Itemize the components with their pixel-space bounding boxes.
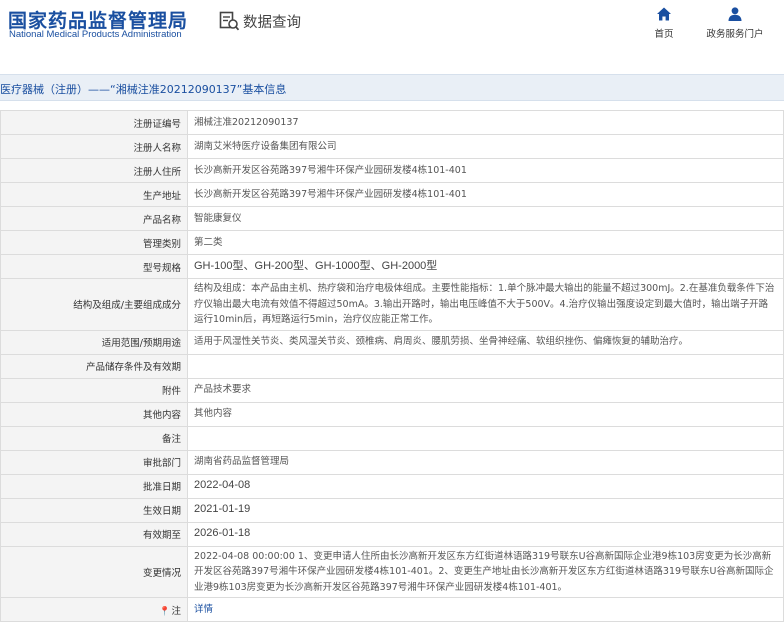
effective-date-value: 2021-01-19 [187, 497, 784, 523]
device-info-table: 注册证编号 湘械注准20212090137 注册人名称 湖南艾米特医疗设备集团有… [0, 110, 784, 622]
reg-no-value: 湘械注准20212090137 [187, 110, 784, 135]
row-label: 注册人住所 [0, 158, 188, 183]
pin-icon: 📍 [159, 606, 171, 617]
row-label: 产品储存条件及有效期 [0, 353, 188, 379]
row-label: 其他内容 [0, 401, 188, 427]
row-label: 型号规格 [0, 254, 188, 279]
table-row: 管理类别 第二类 [0, 230, 784, 255]
registrant-addr-value: 长沙高新开发区谷苑路397号湘牛环保产业园研发楼4栋101-401 [187, 158, 784, 183]
table-row: 型号规格 GH-100型、GH-200型、GH-1000型、GH-2000型 [0, 254, 784, 279]
table-row: 结构及组成/主要组成成分 结构及组成：本产品由主机、热疗袋和治疗电极体组成。主要… [0, 278, 784, 331]
data-query-label: 数据查询 [243, 15, 301, 31]
user-icon [728, 7, 742, 21]
data-query-icon [219, 11, 240, 31]
row-label: 结构及组成/主要组成成分 [0, 278, 188, 331]
nav-gov-portal[interactable]: 政务服务门户 [700, 6, 770, 40]
prod-addr-value: 长沙高新开发区谷苑路397号湘牛环保产业园研发楼4栋101-401 [187, 182, 784, 207]
model-value: GH-100型、GH-200型、GH-1000型、GH-2000型 [187, 254, 784, 279]
expiry-date-value: 2026-01-18 [187, 521, 784, 547]
table-row: 其他内容 其他内容 [0, 401, 784, 427]
structure-value: 结构及组成：本产品由主机、热疗袋和治疗电极体组成。主要性能指标：1.单个脉冲最大… [187, 278, 784, 331]
row-label: 注册证编号 [0, 110, 188, 135]
site-logo-subtitle: National Medical Products Administration [9, 29, 182, 40]
registrant-value: 湖南艾米特医疗设备集团有限公司 [187, 134, 784, 159]
row-label: 生产地址 [0, 182, 188, 207]
table-row: 注册证编号 湘械注准20212090137 [0, 110, 784, 135]
note-value-cell: 详情 [187, 597, 784, 622]
product-name-value: 智能康复仪 [187, 206, 784, 231]
table-row: 变更情况 2022-04-08 00:00:00 1、变更申请人住所由长沙高新开… [0, 545, 784, 598]
table-row: 📍注 详情 [0, 597, 784, 622]
row-label: 适用范围/预期用途 [0, 329, 188, 355]
category-value: 第二类 [187, 230, 784, 255]
row-label: 附件 [0, 377, 188, 403]
approve-date-value: 2022-04-08 [187, 473, 784, 499]
other-value: 其他内容 [187, 401, 784, 427]
table-row: 注册人住所 长沙高新开发区谷苑路397号湘牛环保产业园研发楼4栋101-401 [0, 158, 784, 183]
row-label: 生效日期 [0, 497, 188, 523]
row-label: 注册人名称 [0, 134, 188, 159]
row-label: 有效期至 [0, 521, 188, 547]
data-query-link[interactable]: 数据查询 [219, 11, 301, 32]
table-row: 生效日期 2021-01-19 [0, 497, 784, 523]
table-row: 产品名称 智能康复仪 [0, 206, 784, 231]
note-label-cell: 📍注 [0, 597, 188, 622]
home-icon [657, 7, 671, 21]
row-label: 变更情况 [0, 545, 188, 598]
row-label: 批准日期 [0, 473, 188, 499]
storage-value [187, 353, 784, 379]
table-row: 有效期至 2026-01-18 [0, 521, 784, 547]
scope-value: 适用于风湿性关节炎、类风湿关节炎、颈椎病、肩周炎、腰肌劳损、坐骨神经痛、软组织挫… [187, 329, 784, 355]
dept-value: 湖南省药品监督管理局 [187, 449, 784, 475]
table-row: 审批部门 湖南省药品监督管理局 [0, 449, 784, 475]
nav-home-label: 首页 [654, 29, 674, 40]
remark-value [187, 425, 784, 451]
row-label: 管理类别 [0, 230, 188, 255]
nav-home[interactable]: 首页 [649, 6, 679, 40]
breadcrumb-bar: 医疗器械（注册）——“湘械注准20212090137”基本信息 [0, 74, 784, 101]
table-row: 附件 产品技术要求 [0, 377, 784, 403]
details-link[interactable]: 详情 [194, 604, 213, 615]
appendix-value: 产品技术要求 [187, 377, 784, 403]
nav-gov-label: 政务服务门户 [706, 29, 764, 40]
change-value: 2022-04-08 00:00:00 1、变更申请人住所由长沙高新开发区东方红… [187, 545, 784, 598]
table-row: 注册人名称 湖南艾米特医疗设备集团有限公司 [0, 134, 784, 159]
site-header: 国家药品监督管理局 National Medical Products Admi… [0, 0, 784, 64]
table-row: 批准日期 2022-04-08 [0, 473, 784, 499]
breadcrumb: 医疗器械（注册）——“湘械注准20212090137”基本信息 [0, 83, 287, 96]
table-row: 适用范围/预期用途 适用于风湿性关节炎、类风湿关节炎、颈椎病、肩周炎、腰肌劳损、… [0, 329, 784, 355]
row-label: 审批部门 [0, 449, 188, 475]
table-row: 生产地址 长沙高新开发区谷苑路397号湘牛环保产业园研发楼4栋101-401 [0, 182, 784, 207]
row-label: 产品名称 [0, 206, 188, 231]
row-label: 备注 [0, 425, 188, 451]
table-row: 备注 [0, 425, 784, 451]
row-label: 注 [171, 605, 181, 617]
table-row: 产品储存条件及有效期 [0, 353, 784, 379]
